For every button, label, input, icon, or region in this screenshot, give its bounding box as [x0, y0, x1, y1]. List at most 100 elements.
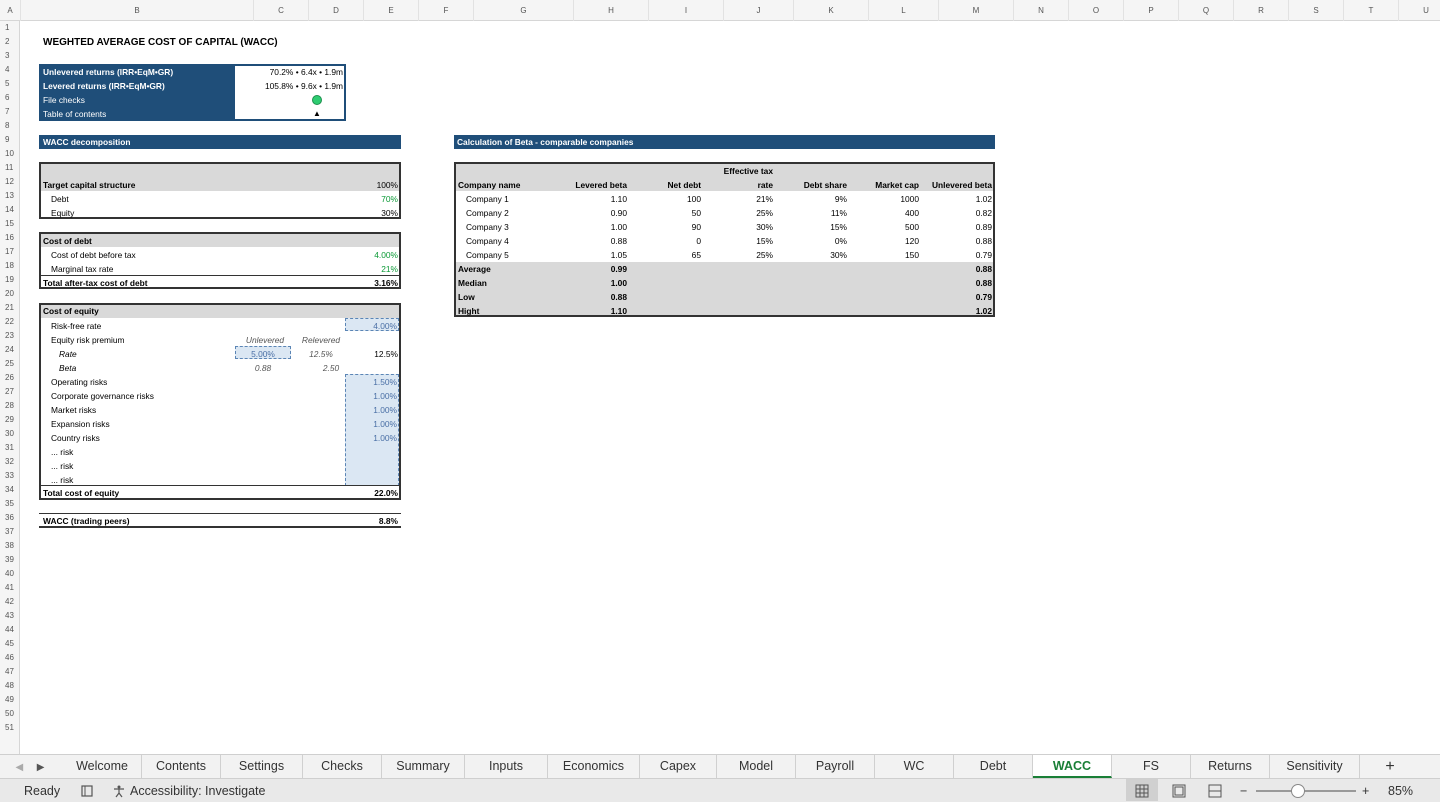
row-header[interactable]: 28 [0, 399, 20, 413]
beta-cell-netdebt[interactable]: 65 [641, 248, 701, 262]
tab-settings[interactable]: Settings [221, 755, 303, 778]
column-header[interactable]: Q [1179, 0, 1234, 21]
row-header[interactable]: 24 [0, 343, 20, 357]
row-header[interactable]: 39 [0, 553, 20, 567]
accessibility-status[interactable]: Accessibility: Investigate [130, 779, 265, 802]
row-header[interactable]: 12 [0, 175, 20, 189]
row-header[interactable]: 11 [0, 161, 20, 175]
beta-cell-debtshare[interactable]: 11% [781, 206, 847, 220]
column-header[interactable]: T [1344, 0, 1399, 21]
beta-cell-tax[interactable]: 25% [701, 248, 773, 262]
column-header[interactable]: A [0, 0, 21, 21]
beta-cell-unlev[interactable]: 0.89 [921, 220, 992, 234]
tab-checks[interactable]: Checks [303, 755, 382, 778]
row-header[interactable]: 17 [0, 245, 20, 259]
debt-weight[interactable]: 70% [321, 192, 398, 206]
accessibility-icon[interactable] [112, 779, 126, 802]
row-header[interactable]: 9 [0, 133, 20, 147]
row-header[interactable]: 21 [0, 301, 20, 315]
column-header[interactable]: K [794, 0, 869, 21]
row-header[interactable]: 43 [0, 609, 20, 623]
row-header[interactable]: 35 [0, 497, 20, 511]
row-header[interactable]: 34 [0, 483, 20, 497]
beta-cell-mcap[interactable]: 120 [851, 234, 919, 248]
row-header[interactable]: 50 [0, 707, 20, 721]
beta-cell-name[interactable]: Company 2 [466, 206, 556, 220]
column-header[interactable]: U [1399, 0, 1440, 21]
beta-cell-tax[interactable]: 21% [701, 192, 773, 206]
column-header[interactable]: P [1124, 0, 1179, 21]
row-header[interactable]: 29 [0, 413, 20, 427]
beta-cell-mcap[interactable]: 150 [851, 248, 919, 262]
beta-cell-name[interactable]: Company 5 [466, 248, 556, 262]
row-header[interactable]: 7 [0, 105, 20, 119]
tab-sensitivity[interactable]: Sensitivity [1270, 755, 1360, 778]
column-header[interactable]: N [1014, 0, 1069, 21]
beta-cell-tax[interactable]: 30% [701, 220, 773, 234]
operating-risks-input[interactable]: 1.50% [321, 375, 397, 389]
row-header[interactable]: 36 [0, 511, 20, 525]
risk-free-input[interactable]: 4.00% [321, 319, 397, 333]
row-header[interactable]: 48 [0, 679, 20, 693]
row-header[interactable]: 16 [0, 231, 20, 245]
beta-cell-levered[interactable]: 0.88 [561, 234, 627, 248]
row-header[interactable]: 18 [0, 259, 20, 273]
row-header[interactable]: 25 [0, 357, 20, 371]
expansion-risks-input[interactable]: 1.00% [321, 417, 397, 431]
row-header[interactable]: 22 [0, 315, 20, 329]
column-header[interactable]: H [574, 0, 649, 21]
tab-returns[interactable]: Returns [1191, 755, 1270, 778]
beta-cell-debtshare[interactable]: 30% [781, 248, 847, 262]
beta-cell-netdebt[interactable]: 0 [641, 234, 701, 248]
country-risks-input[interactable]: 1.00% [321, 431, 397, 445]
add-sheet-button[interactable]: + [1370, 755, 1410, 778]
beta-cell-levered[interactable]: 1.10 [561, 192, 627, 206]
beta-cell-unlev[interactable]: 1.02 [921, 192, 992, 206]
row-header[interactable]: 32 [0, 455, 20, 469]
zoom-level[interactable]: 85% [1388, 779, 1413, 802]
tab-capex[interactable]: Capex [640, 755, 717, 778]
column-header[interactable]: R [1234, 0, 1289, 21]
beta-cell-name[interactable]: Company 1 [466, 192, 556, 206]
market-risks-input[interactable]: 1.00% [321, 403, 397, 417]
column-header[interactable]: F [419, 0, 474, 21]
row-header[interactable]: 5 [0, 77, 20, 91]
row-header[interactable]: 14 [0, 203, 20, 217]
row-header[interactable]: 19 [0, 273, 20, 287]
row-header[interactable]: 47 [0, 665, 20, 679]
row-header[interactable]: 27 [0, 385, 20, 399]
row-header[interactable]: 23 [0, 329, 20, 343]
row-header[interactable]: 44 [0, 623, 20, 637]
column-header[interactable]: J [724, 0, 794, 21]
beta-cell-mcap[interactable]: 1000 [851, 192, 919, 206]
tab-wc[interactable]: WC [875, 755, 954, 778]
tab-model[interactable]: Model [717, 755, 796, 778]
row-header[interactable]: 40 [0, 567, 20, 581]
tab-contents[interactable]: Contents [142, 755, 221, 778]
rate-unlevered-input[interactable]: 5.00% [235, 347, 291, 361]
cod-before-tax-value[interactable]: 4.00% [321, 248, 398, 262]
column-header[interactable]: M [939, 0, 1014, 21]
beta-cell-name[interactable]: Company 4 [466, 234, 556, 248]
tab-wacc[interactable]: WACC [1033, 755, 1112, 778]
tab-payroll[interactable]: Payroll [796, 755, 875, 778]
row-header[interactable]: 31 [0, 441, 20, 455]
beta-cell-netdebt[interactable]: 90 [641, 220, 701, 234]
beta-cell-mcap[interactable]: 400 [851, 206, 919, 220]
tab-fs[interactable]: FS [1112, 755, 1191, 778]
row-header[interactable]: 33 [0, 469, 20, 483]
column-header[interactable]: D [309, 0, 364, 21]
tab-economics[interactable]: Economics [548, 755, 640, 778]
sheet-grid[interactable]: WEGHTED AVERAGE COST OF CAPITAL (WACC) U… [21, 22, 1440, 754]
zoom-slider[interactable] [1256, 790, 1356, 792]
zoom-out-button[interactable]: − [1240, 779, 1247, 802]
row-header[interactable]: 4 [0, 63, 20, 77]
tab-welcome[interactable]: Welcome [63, 755, 142, 778]
row-header[interactable]: 45 [0, 637, 20, 651]
beta-cell-unlev[interactable]: 0.88 [921, 234, 992, 248]
zoom-slider-thumb[interactable] [1291, 784, 1305, 798]
row-header[interactable]: 51 [0, 721, 20, 735]
column-header[interactable]: C [254, 0, 309, 21]
row-header[interactable]: 13 [0, 189, 20, 203]
column-header[interactable]: B [21, 0, 254, 21]
